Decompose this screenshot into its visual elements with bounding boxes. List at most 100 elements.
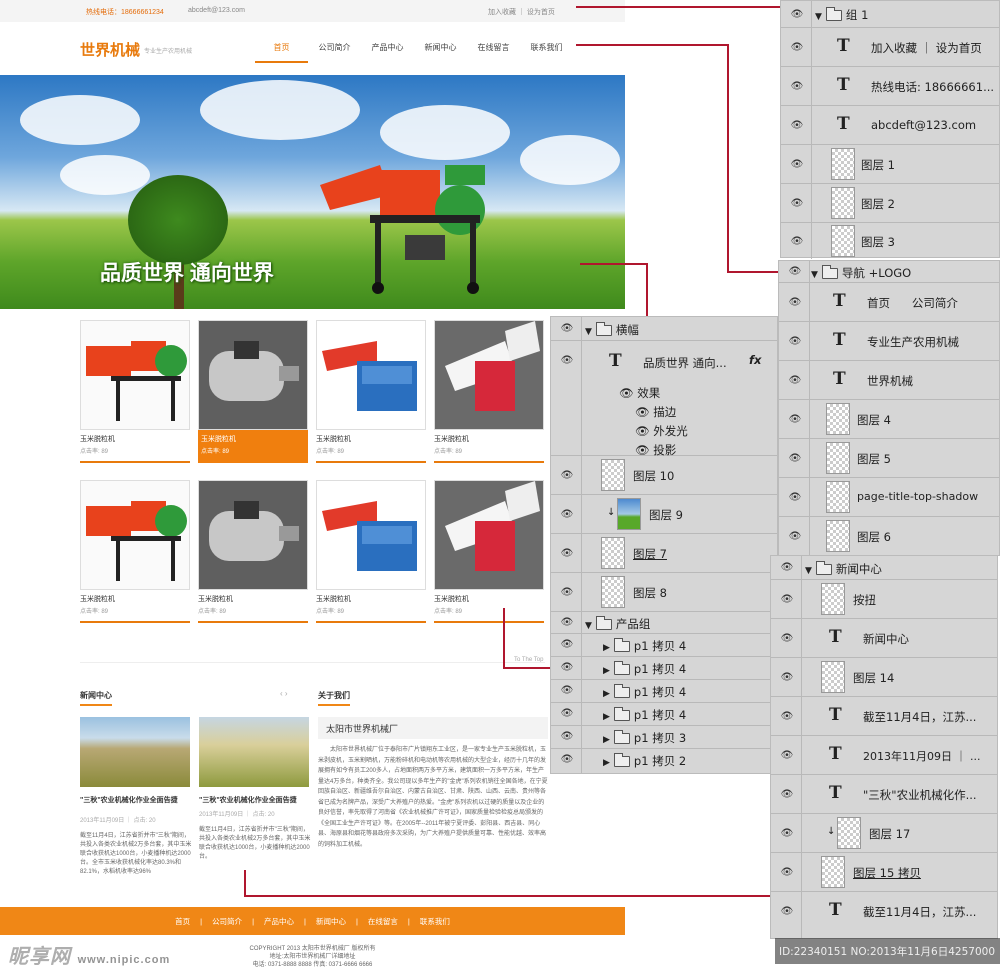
eye-icon[interactable]: 👁 (779, 867, 795, 878)
eye-icon[interactable]: 👁 (787, 266, 803, 277)
nav-home[interactable]: 首页 (255, 42, 308, 63)
product-card[interactable]: 玉米脱粒机 点击率: 89 (198, 320, 308, 463)
footer-link[interactable]: 新闻中心 (316, 916, 346, 927)
eye-icon[interactable]: 👁 (789, 9, 805, 20)
layer-row[interactable]: 👁 ↓ 图层 9 (551, 495, 777, 534)
layer-row[interactable]: 👁 图层 6 (779, 517, 999, 556)
layer-row[interactable]: 👁 T "三秋"农业机械化作... (771, 775, 997, 814)
eye-icon[interactable]: 👁 (789, 81, 805, 92)
product-card[interactable]: 玉米脱粒机 点击率: 89 (198, 480, 308, 623)
nav-about[interactable]: 公司简介 (308, 42, 361, 63)
layer-row[interactable]: 👁 图层 3 (781, 223, 999, 259)
layer-row[interactable]: 👁 图层 5 (779, 439, 999, 478)
eye-icon[interactable]: 👁 (789, 198, 805, 209)
product-card[interactable]: 玉米脱粒机 点击率: 89 (316, 320, 426, 463)
layer-row[interactable]: 👁 Tabcdeft@123.com (781, 106, 999, 145)
layer-group-row[interactable]: 👁 ▼ 新闻中心 (771, 556, 997, 580)
layer-subgroup-row[interactable]: 👁 ▶ p1 拷贝 4 (551, 703, 777, 726)
product-card[interactable]: 玉米脱粒机 点击率: 89 (434, 320, 544, 463)
eye-icon[interactable]: 👁 (559, 662, 575, 673)
nav-products[interactable]: 产品中心 (361, 42, 414, 63)
nav-message[interactable]: 在线留言 (467, 42, 520, 63)
nav-contact[interactable]: 联系我们 (520, 42, 573, 63)
eye-icon[interactable]: 👁 (779, 789, 795, 800)
eye-icon[interactable]: 👁 (779, 750, 795, 761)
eye-icon[interactable]: 👁 (787, 453, 803, 464)
layer-row[interactable]: 👁 图层 1 (781, 145, 999, 184)
footer-link[interactable]: 联系我们 (420, 916, 450, 927)
layer-subgroup-row[interactable]: 👁 ▶ p1 拷贝 2 (551, 749, 777, 773)
layer-subgroup-row[interactable]: 👁 ▶ p1 拷贝 3 (551, 726, 777, 749)
layer-row[interactable]: 👁 图层 15 拷贝 (771, 853, 997, 892)
eye-icon[interactable]: 👁 (789, 42, 805, 53)
product-card[interactable]: 玉米脱粒机 点击率: 89 (316, 480, 426, 623)
news-image[interactable] (80, 717, 190, 787)
product-card[interactable]: 玉米脱粒机 点击率: 89 (80, 480, 190, 623)
layer-subgroup-row[interactable]: 👁 ▶ p1 拷贝 4 (551, 680, 777, 703)
eye-icon[interactable]: 👁 (787, 297, 803, 308)
layer-group-row[interactable]: 👁 ▼ 产品组 (551, 612, 777, 634)
nav-news[interactable]: 新闻中心 (414, 42, 467, 63)
eye-icon[interactable]: 👁 (779, 906, 795, 917)
eye-icon[interactable]: 👁 (559, 708, 575, 719)
eye-icon[interactable]: 👁 (559, 754, 575, 765)
news-title[interactable]: "三秋"农业机械化作业全面告捷 (199, 796, 309, 806)
eye-icon[interactable]: 👁 (779, 633, 795, 644)
layer-row[interactable]: 👁 图层 4 (779, 400, 999, 439)
layer-group-row[interactable]: 👁 ▼ 横幅 (551, 317, 777, 341)
layer-row[interactable]: 👁 T 2013年11月09日 ｜ ... (771, 736, 997, 775)
effect-stroke[interactable]: 👁 描边 (635, 404, 676, 420)
eye-icon[interactable]: 👁 (559, 639, 575, 650)
email-text[interactable]: abcdeft@123.com (188, 7, 245, 14)
to-top-link[interactable]: To The Top (514, 656, 543, 665)
layer-row[interactable]: 👁 图层 2 (781, 184, 999, 223)
eye-icon[interactable]: 👁 (789, 120, 805, 131)
eye-icon[interactable]: 👁 (559, 731, 575, 742)
footer-link[interactable]: 首页 (175, 916, 190, 927)
eye-icon[interactable]: 👁 (789, 159, 805, 170)
eye-icon[interactable]: 👁 (559, 509, 575, 520)
bookmark-links[interactable]: 加入收藏 ｜ 设为首页 (488, 7, 555, 17)
fx-icon[interactable]: fx (749, 353, 761, 367)
layer-row[interactable]: 👁 按扭 (771, 580, 997, 619)
layer-row[interactable]: 👁 T 首页 公司简介 (779, 283, 999, 322)
eye-icon[interactable]: 👁 (559, 587, 575, 598)
layer-row[interactable]: 👁 T 世界机械 (779, 361, 999, 400)
layer-row[interactable]: 👁 图层 8 (551, 573, 777, 612)
layer-row[interactable]: 👁 T 新闻中心 (771, 619, 997, 658)
eye-icon[interactable]: 👁 (559, 470, 575, 481)
eye-icon[interactable]: 👁 (787, 336, 803, 347)
eye-icon[interactable]: 👁 (779, 594, 795, 605)
layer-row[interactable]: 👁 T 专业生产农用机械 (779, 322, 999, 361)
eye-icon[interactable]: 👁 (559, 323, 575, 334)
eye-icon[interactable]: 👁 (559, 355, 575, 366)
eye-icon[interactable]: 👁 (779, 672, 795, 683)
news-pager[interactable]: ‹ › (280, 689, 306, 701)
footer-link[interactable]: 在线留言 (368, 916, 398, 927)
eye-icon[interactable]: 👁 (779, 711, 795, 722)
eye-icon[interactable]: 👁 (787, 531, 803, 542)
eye-icon[interactable]: 👁 (787, 375, 803, 386)
layer-subgroup-row[interactable]: 👁 ▶ p1 拷贝 4 (551, 657, 777, 680)
eye-icon[interactable]: 👁 (559, 685, 575, 696)
eye-icon[interactable]: 👁 (779, 562, 795, 573)
footer-link[interactable]: 产品中心 (264, 916, 294, 927)
layer-row[interactable]: 👁 ↓ 图层 17 (771, 814, 997, 853)
eye-icon[interactable]: 👁 (787, 492, 803, 503)
footer-link[interactable]: 公司简介 (212, 916, 242, 927)
layer-row[interactable]: 👁 图层 7 (551, 534, 777, 573)
text-layer-with-effects[interactable]: 👁 T 品质世界 通向... fx 👁 效果 👁 描边 👁 外发光 👁 投影 (551, 341, 777, 457)
layer-row[interactable]: 👁 T 截至11月4日，江苏... (771, 892, 997, 938)
eye-icon[interactable]: 👁 (787, 414, 803, 425)
eye-icon[interactable]: 👁 (559, 617, 575, 628)
layer-row[interactable]: 👁 page-title-top-shadow (779, 478, 999, 517)
layer-group-row[interactable]: 👁 ▼ 导航 +LOGO (779, 261, 999, 283)
layer-row[interactable]: 👁 T 热线电话: 18666661... (781, 67, 999, 106)
site-logo[interactable]: 世界机械 (80, 39, 140, 60)
layer-subgroup-row[interactable]: 👁 ▶ p1 拷贝 4 (551, 634, 777, 657)
news-image[interactable] (199, 717, 309, 787)
product-card[interactable]: 玉米脱粒机 点击率: 89 (80, 320, 190, 463)
layer-row[interactable]: 👁 T 加入收藏 ｜ 设为首页 (781, 28, 999, 67)
layer-row[interactable]: 👁 图层 10 (551, 456, 777, 495)
layer-row[interactable]: 👁 图层 14 (771, 658, 997, 697)
